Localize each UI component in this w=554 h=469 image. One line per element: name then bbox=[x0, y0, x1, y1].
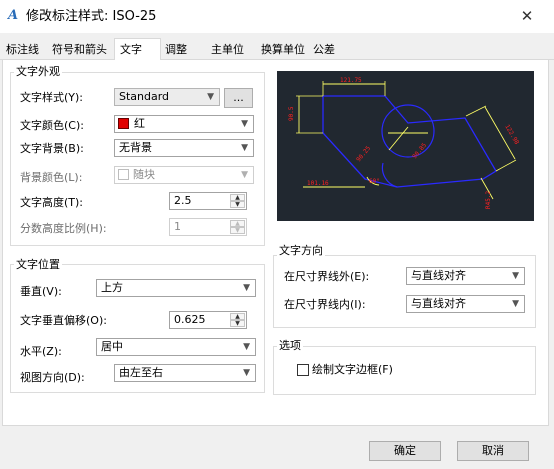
text-fill-select[interactable]: 无背景 ▼ bbox=[114, 139, 254, 157]
view-direction-label: 视图方向(D): bbox=[20, 371, 85, 384]
tab-text[interactable]: 文字 bbox=[114, 38, 161, 60]
outside-extension-value: 与直线对齐 bbox=[411, 269, 466, 282]
preview-dim-angle: 60° bbox=[369, 178, 380, 185]
outside-extension-label: 在尺寸界线外(E): bbox=[284, 270, 370, 283]
preview-dim-diag2: 90.85 bbox=[411, 142, 428, 161]
vertical-offset-label: 文字垂直偏移(O): bbox=[20, 314, 107, 327]
text-height-label: 文字高度(T): bbox=[20, 196, 84, 209]
inside-extension-label: 在尺寸界线内(I): bbox=[284, 298, 366, 311]
options-title: 选项 bbox=[277, 339, 303, 352]
text-fill-label: 文字背景(B): bbox=[20, 142, 84, 155]
fraction-height-label: 分数高度比例(H): bbox=[20, 222, 107, 235]
chevron-down-icon: ▼ bbox=[207, 92, 214, 102]
tab-primary-units[interactable]: 主单位 bbox=[207, 40, 257, 59]
horizontal-select[interactable]: 居中 ▼ bbox=[96, 338, 256, 356]
inside-extension-select[interactable]: 与直线对齐 ▼ bbox=[406, 295, 525, 313]
spin-down-icon[interactable]: ▼ bbox=[230, 227, 245, 234]
text-appearance-title: 文字外观 bbox=[14, 65, 62, 78]
preview-canvas: 121.75 90.5 122.98 101.16 90.25 90.85 60… bbox=[277, 71, 534, 221]
view-direction-select[interactable]: 由左至右 ▼ bbox=[114, 364, 256, 382]
bg-color-checkbox bbox=[118, 169, 129, 180]
tab-alternate-units[interactable]: 换算单位 bbox=[257, 40, 309, 59]
text-height-spinner[interactable]: 2.5 ▲ ▼ bbox=[169, 192, 247, 210]
inside-extension-value: 与直线对齐 bbox=[411, 297, 466, 310]
chevron-down-icon: ▼ bbox=[243, 283, 250, 293]
draw-frame-label[interactable]: 绘制文字边框(F) bbox=[312, 363, 393, 377]
close-icon[interactable]: ✕ bbox=[516, 6, 538, 26]
vertical-label: 垂直(V): bbox=[20, 285, 62, 298]
preview-dim-top: 121.75 bbox=[340, 77, 362, 84]
chevron-down-icon: ▼ bbox=[512, 271, 519, 281]
bg-color-value: 随块 bbox=[133, 168, 155, 181]
fraction-height-value: 1 bbox=[174, 220, 181, 233]
tab-symbols-arrows[interactable]: 符号和箭头 bbox=[48, 40, 114, 59]
tab-fit[interactable]: 调整 bbox=[161, 40, 207, 59]
text-style-select[interactable]: Standard ▼ bbox=[114, 88, 220, 106]
preview-dim-radius: R45.2 bbox=[485, 191, 492, 209]
horizontal-label: 水平(Z): bbox=[20, 345, 62, 358]
dimension-preview: 121.75 90.5 122.98 101.16 90.25 90.85 60… bbox=[288, 77, 520, 209]
chevron-down-icon: ▼ bbox=[243, 342, 250, 352]
vertical-value: 上方 bbox=[101, 281, 123, 294]
horizontal-value: 居中 bbox=[101, 340, 123, 353]
chevron-down-icon: ▼ bbox=[241, 143, 248, 153]
spin-up-icon[interactable]: ▲ bbox=[230, 313, 245, 320]
preview-dim-left: 90.5 bbox=[288, 106, 295, 121]
ok-button[interactable]: 确定 bbox=[369, 441, 441, 461]
chevron-down-icon: ▼ bbox=[241, 170, 248, 180]
view-direction-value: 由左至右 bbox=[119, 366, 163, 379]
text-placement-title: 文字位置 bbox=[14, 258, 62, 271]
text-height-value: 2.5 bbox=[174, 194, 192, 207]
text-style-value: Standard bbox=[119, 90, 170, 103]
bg-color-select[interactable]: 随块 ▼ bbox=[114, 166, 254, 184]
text-color-value: 红 bbox=[134, 117, 145, 130]
chevron-down-icon: ▼ bbox=[243, 368, 250, 378]
color-swatch bbox=[118, 118, 129, 129]
spin-down-icon[interactable]: ▼ bbox=[230, 201, 245, 208]
text-color-select[interactable]: 红 ▼ bbox=[114, 115, 254, 133]
spin-up-icon[interactable]: ▲ bbox=[230, 220, 245, 227]
preview-dim-bottom: 101.16 bbox=[307, 180, 329, 187]
window-title: 修改标注样式: ISO-25 bbox=[26, 9, 157, 24]
chevron-down-icon: ▼ bbox=[241, 119, 248, 129]
text-style-label: 文字样式(Y): bbox=[20, 91, 84, 104]
vertical-select[interactable]: 上方 ▼ bbox=[96, 279, 256, 297]
bg-color-label: 背景颜色(L): bbox=[20, 171, 83, 184]
preview-dim-diag1: 90.25 bbox=[355, 145, 372, 164]
tab-lines[interactable]: 标注线 bbox=[2, 40, 48, 59]
fraction-height-spinner[interactable]: 1 ▲ ▼ bbox=[169, 218, 247, 236]
text-style-browse-button[interactable]: ... bbox=[224, 88, 253, 108]
text-color-label: 文字颜色(C): bbox=[20, 119, 84, 132]
spin-up-icon[interactable]: ▲ bbox=[230, 194, 245, 201]
chevron-down-icon: ▼ bbox=[512, 299, 519, 309]
autocad-icon: A bbox=[8, 8, 19, 23]
draw-frame-checkbox[interactable] bbox=[297, 364, 309, 376]
tab-tolerances[interactable]: 公差 bbox=[309, 40, 349, 59]
outside-extension-select[interactable]: 与直线对齐 ▼ bbox=[406, 267, 525, 285]
vertical-offset-value: 0.625 bbox=[174, 313, 206, 326]
spin-down-icon[interactable]: ▼ bbox=[230, 320, 245, 327]
text-alignment-group bbox=[273, 255, 536, 328]
text-fill-value: 无背景 bbox=[119, 141, 152, 154]
text-alignment-title: 文字方向 bbox=[277, 244, 325, 257]
vertical-offset-spinner[interactable]: 0.625 ▲ ▼ bbox=[169, 311, 247, 329]
cancel-button[interactable]: 取消 bbox=[457, 441, 529, 461]
